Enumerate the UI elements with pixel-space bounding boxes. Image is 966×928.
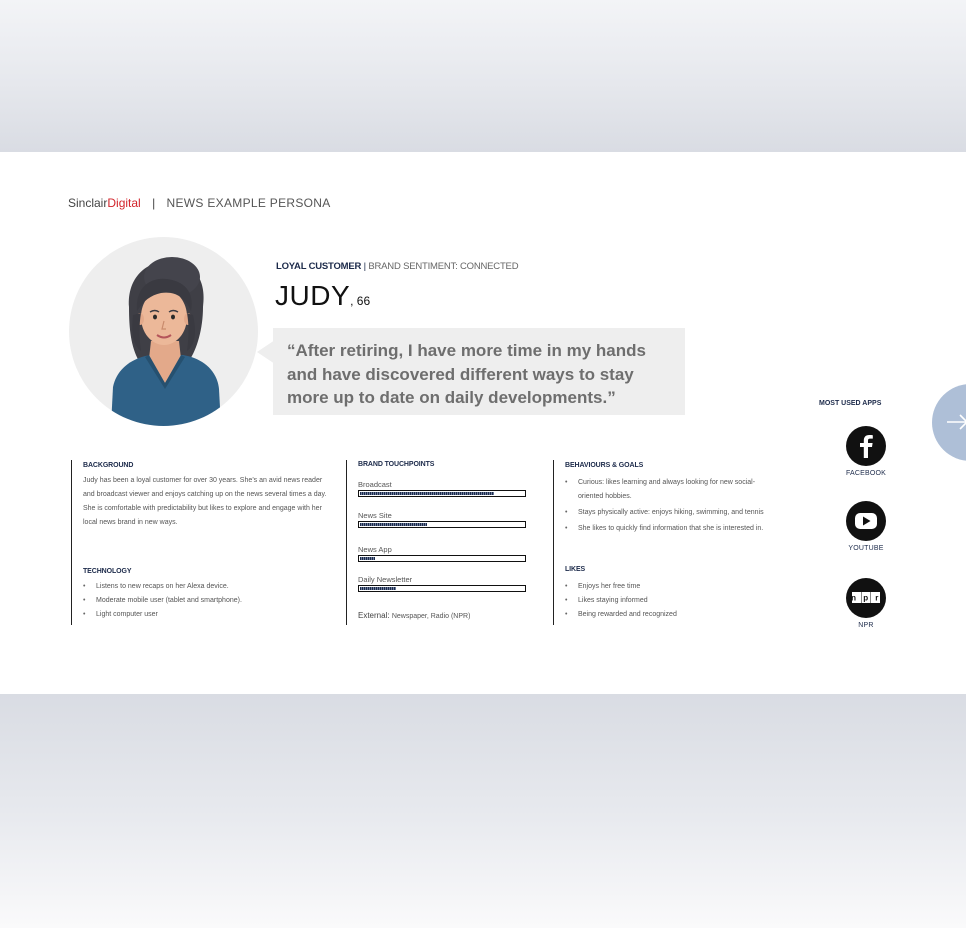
app-label: FACEBOOK <box>845 470 887 477</box>
list-item: Enjoys her free time <box>565 580 775 594</box>
touchpoints-column: BRAND TOUCHPOINTS Broadcast News Site Ne… <box>346 460 537 625</box>
touchpoint-label: News App <box>358 545 392 554</box>
list-item: Listens to new recaps on her Alexa devic… <box>83 580 328 594</box>
persona-name-row: JUDY, 66 <box>275 280 370 312</box>
touchpoints-heading: BRAND TOUCHPOINTS <box>358 461 435 468</box>
persona-tagline: LOYAL CUSTOMER | BRAND SENTIMENT: CONNEC… <box>276 261 519 272</box>
background-text: Judy has been a loyal customer for over … <box>83 477 327 526</box>
brand-logo-digital: Digital <box>107 196 141 210</box>
slide-header: SinclairDigital | NEWS EXAMPLE PERSONA <box>68 196 331 210</box>
tagline-divider: | <box>363 261 367 272</box>
touchpoint-bar <box>358 555 526 562</box>
brand-logo-sinclair: Sinclair <box>68 196 108 210</box>
woman-avatar-illustration <box>111 257 221 426</box>
arrow-right-icon <box>947 414 966 430</box>
persona-age: , 66 <box>350 294 371 308</box>
technology-list: Listens to new recaps on her Alexa devic… <box>83 580 328 622</box>
touchpoint-bar <box>358 585 526 592</box>
app-facebook: FACEBOOK <box>836 426 896 477</box>
app-label: YOUTUBE <box>848 545 884 552</box>
touchpoint-bar-fill <box>360 523 428 526</box>
touchpoint-bar-fill <box>360 492 495 495</box>
bottom-backdrop <box>0 694 966 928</box>
external-label: External: <box>358 611 390 620</box>
touchpoint-label: News Site <box>358 511 392 520</box>
top-backdrop <box>0 0 966 152</box>
behaviours-heading: BEHAVIOURS & GOALS <box>565 462 644 469</box>
touchpoint-label: Broadcast <box>358 480 392 489</box>
segment-label: LOYAL CUSTOMER <box>276 261 362 272</box>
npr-icon: n p r <box>846 578 886 618</box>
list-item: She likes to quickly find information th… <box>565 522 775 536</box>
list-item: Light computer user <box>83 608 328 622</box>
likes-heading: LIKES <box>565 566 586 573</box>
background-column: BACKGROUND Judy has been a loyal custome… <box>71 460 332 625</box>
touchpoint-news-site: News Site <box>358 511 526 528</box>
persona-avatar <box>69 237 258 426</box>
touchpoint-bar-fill <box>360 587 397 590</box>
list-item: Likes staying informed <box>565 594 775 608</box>
touchpoint-bar-fill <box>360 557 375 560</box>
touchpoint-news-app: News App <box>358 545 526 562</box>
list-item: Stays physically active: enjoys hiking, … <box>565 506 775 520</box>
touchpoint-broadcast: Broadcast <box>358 480 526 497</box>
behaviours-list: Curious: likes learning and always looki… <box>565 476 775 536</box>
list-item: Moderate mobile user (tablet and smartph… <box>83 594 328 608</box>
technology-heading: TECHNOLOGY <box>83 568 132 575</box>
app-youtube: YOUTUBE <box>836 501 896 552</box>
persona-name: JUDY <box>275 280 351 311</box>
youtube-icon <box>846 501 886 541</box>
likes-list: Enjoys her free time Likes staying infor… <box>565 580 775 622</box>
sentiment-label: BRAND SENTIMENT: CONNECTED <box>368 261 519 272</box>
touchpoint-bar <box>358 521 526 528</box>
background-heading: BACKGROUND <box>83 462 134 469</box>
facebook-icon <box>846 426 886 466</box>
slide-title: NEWS EXAMPLE PERSONA <box>166 196 331 210</box>
external-touchpoints: External: Newspaper, Radio (NPR) <box>358 611 470 620</box>
npr-logo-text: n p r <box>851 594 881 603</box>
external-value: Newspaper, Radio (NPR) <box>391 613 471 620</box>
persona-quote: “After retiring, I have more time in my … <box>287 341 646 407</box>
header-separator: | <box>152 196 156 210</box>
most-used-apps-heading: MOST USED APPS <box>819 400 882 407</box>
touchpoint-bar <box>358 490 526 497</box>
persona-slide: SinclairDigital | NEWS EXAMPLE PERSONA L… <box>0 152 960 694</box>
app-label: NPR <box>858 622 874 629</box>
touchpoint-label: Daily Newsletter <box>358 575 413 584</box>
app-npr: n p r NPR <box>836 578 896 629</box>
behaviours-column: BEHAVIOURS & GOALS Curious: likes learni… <box>553 460 779 625</box>
list-item: Being rewarded and recognized <box>565 608 775 622</box>
list-item: Curious: likes learning and always looki… <box>565 476 775 504</box>
touchpoint-daily-newsletter: Daily Newsletter <box>358 575 526 592</box>
